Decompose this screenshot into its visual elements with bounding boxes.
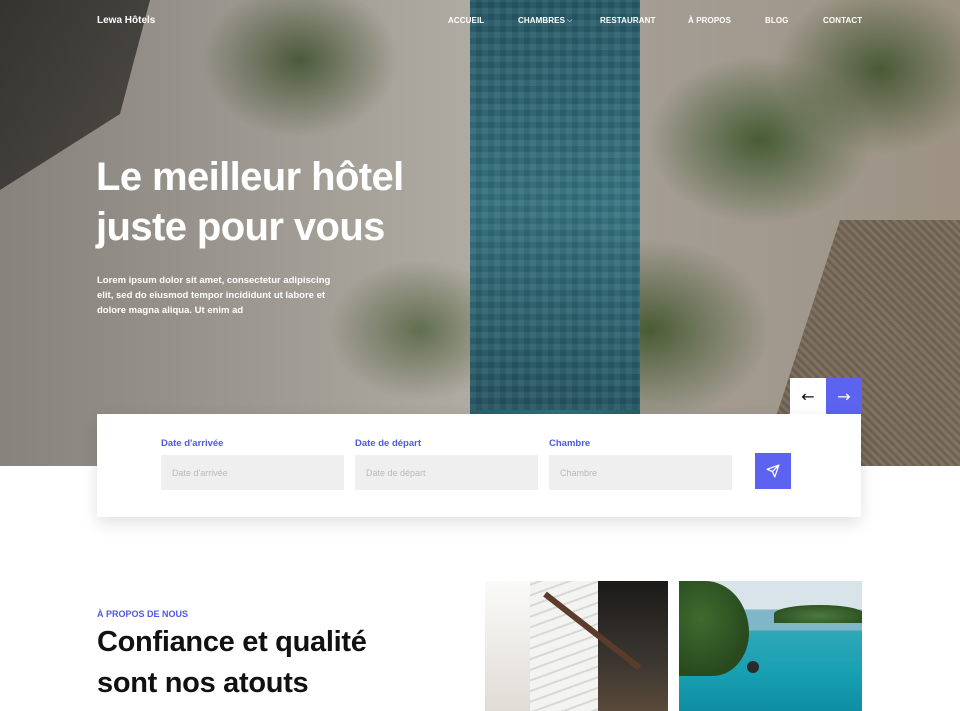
arrival-date-input[interactable]: [161, 455, 344, 490]
pool-trees: [679, 581, 749, 676]
nav-item-label: À PROPOS: [688, 16, 732, 25]
nav-item-contact[interactable]: CONTACT: [823, 16, 862, 25]
booking-submit-button[interactable]: [755, 453, 791, 489]
hero-section: Lewa Hôtels ACCUEIL CHAMBRES ⌵ RESTAURAN…: [0, 0, 960, 466]
nav-item-label: CONTACT: [823, 16, 863, 25]
nav-item-label: CHAMBRES: [518, 16, 566, 25]
pool-person: [747, 661, 759, 673]
departure-field: Date de départ: [355, 438, 538, 490]
room-label: Chambre: [549, 438, 591, 449]
booking-form: Date d'arrivée Date de départ Chambre: [97, 414, 861, 517]
top-navigation: Lewa Hôtels ACCUEIL CHAMBRES ⌵ RESTAURAN…: [0, 0, 960, 42]
nav-item-chambres[interactable]: CHAMBRES ⌵: [518, 16, 572, 25]
hero-title-line: Le meilleur hôtel: [96, 155, 404, 199]
main-menu: ACCUEIL CHAMBRES ⌵ RESTAURANT À PROPOS B…: [0, 16, 960, 28]
hero-title-line: juste pour vous: [96, 205, 385, 249]
arrow-right-icon: →: [837, 386, 851, 406]
pool-photo: [679, 581, 862, 711]
arrow-left-icon: ←: [801, 386, 815, 406]
send-icon: [766, 464, 780, 478]
about-title-line: sont nos atouts: [97, 667, 309, 699]
nav-item-blog[interactable]: BLOG: [765, 16, 789, 25]
arrival-field: Date d'arrivée: [161, 438, 344, 490]
departure-label: Date de départ: [355, 438, 421, 449]
nav-item-restaurant[interactable]: RESTAURANT: [600, 16, 656, 25]
hero-title: Le meilleur hôtel juste pour vous: [96, 152, 516, 252]
about-section-tag: À PROPOS DE NOUS: [97, 609, 189, 619]
nav-item-label: RESTAURANT: [600, 16, 656, 25]
chevron-down-icon: ⌵: [567, 16, 573, 24]
nav-item-label: BLOG: [765, 16, 789, 25]
about-title: Confiance et qualité sont nos atouts: [97, 622, 457, 704]
slider-next-button[interactable]: →: [826, 378, 862, 414]
arrival-label: Date d'arrivée: [161, 438, 224, 449]
room-field: Chambre: [549, 438, 732, 490]
nav-item-accueil[interactable]: ACCUEIL: [448, 16, 484, 25]
room-input[interactable]: [549, 455, 732, 490]
pool-island: [774, 605, 862, 623]
departure-date-input[interactable]: [355, 455, 538, 490]
staircase-wall: [485, 581, 530, 711]
slider-prev-button[interactable]: ←: [790, 378, 826, 414]
nav-item-label: ACCUEIL: [448, 16, 485, 25]
nav-item-a-propos[interactable]: À PROPOS: [688, 16, 731, 25]
about-title-line: Confiance et qualité: [97, 626, 367, 658]
hero-subtitle: Lorem ipsum dolor sit amet, consectetur …: [97, 275, 331, 316]
staircase-photo: [485, 581, 668, 711]
